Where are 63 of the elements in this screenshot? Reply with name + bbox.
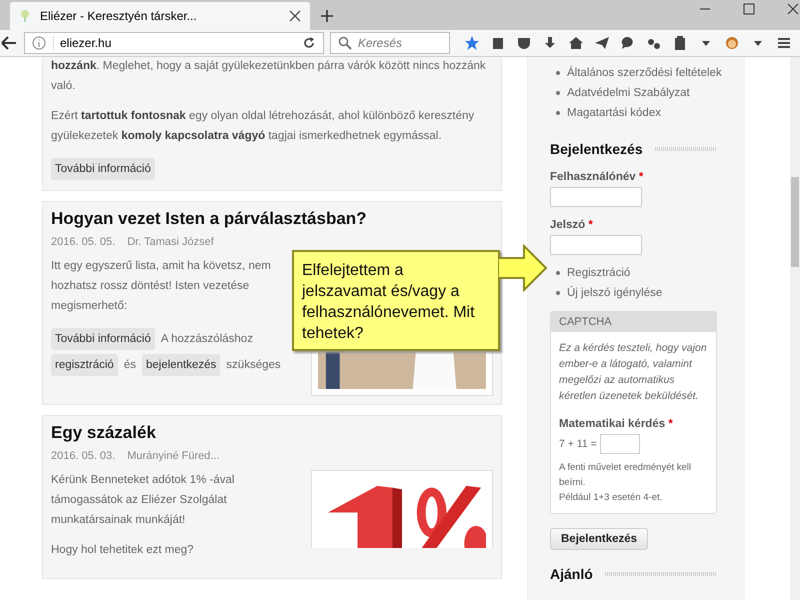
required-mark: * <box>588 219 593 231</box>
math-question: 7 + 11 = <box>559 438 597 450</box>
reload-icon[interactable] <box>301 35 317 51</box>
home-icon[interactable] <box>568 35 584 51</box>
paragraph: Itt egy egyszerű lista, amit ha követsz, nem hozhatsz rossz döntést! Isten vezetése megismerhető: <box>51 259 272 314</box>
article-date: 2016. 05. 03. <box>51 449 116 464</box>
star-icon[interactable] <box>464 35 480 51</box>
footer-text: szükséges <box>226 358 281 373</box>
link-button[interactable]: További információ <box>51 328 155 350</box>
close-icon[interactable] <box>786 2 800 16</box>
maximize-icon[interactable] <box>742 2 756 16</box>
search-icon <box>337 35 353 51</box>
bullet-icon <box>556 111 560 115</box>
login-button[interactable]: Bejelentkezés <box>550 528 648 550</box>
sidebar-link[interactable]: Általános szerződési feltételek <box>567 63 722 83</box>
paragraph: Ezért tartottuk fontosnak egy olyan oldal létrehozását, ahol különböző keresztény gyülekezetek komoly kapcsolatra vágyó tagjai ismerkedhetnek egymással. <box>51 109 476 144</box>
captcha-header: CAPTCHA <box>551 312 716 332</box>
leaf-icon <box>18 9 32 23</box>
new-tab-icon[interactable] <box>320 9 334 23</box>
bullet-icon <box>556 291 560 295</box>
callout: Elfelejtettem a jelszavamat és/vagy a felhasználónevemet. Mit tehetek? <box>292 250 500 351</box>
field-label: Jelszó <box>550 219 586 231</box>
paragraph: hozzánk. Meglehet, hogy a saját gyülekezetünkben párra várók között nincs hozzánk való. <box>51 59 487 94</box>
bullet-icon <box>556 91 560 95</box>
article-date: 2016. 05. 05. <box>51 235 116 250</box>
bullet-icon <box>556 71 560 75</box>
paragraph: Hogy hol tehetitek ezt meg? <box>51 543 195 558</box>
back-icon[interactable] <box>0 34 18 52</box>
username-field[interactable] <box>550 187 642 207</box>
bullet-icon <box>556 271 560 275</box>
sidebar-link[interactable]: Magatartási kódex <box>567 103 661 123</box>
field-label: Matematikai kérdés <box>559 418 666 430</box>
article-title[interactable]: Egy százalék <box>51 420 493 446</box>
section-heading: Ajánló <box>550 566 593 582</box>
footer-text: és <box>124 358 136 373</box>
paragraph: Kérünk Benneteket adótok 1% -ával támogassátok az Eliézer Szolgálat munkatársainak munkáját! <box>51 473 236 528</box>
captcha-description: Ez a kérdés teszteli, hogy vajon ember-e a látogató, valamint megelőzi az automatikus kéretlen üzenetek beküldését. <box>559 341 708 404</box>
hint-text: A fenti művelet eredményét kell beírni. <box>559 461 692 490</box>
address-field[interactable]: eliezer.hu <box>24 32 324 54</box>
menu-icon[interactable] <box>776 35 792 51</box>
battery-icon[interactable] <box>672 35 688 51</box>
scrollbar[interactable] <box>790 57 800 600</box>
callout-arrow <box>498 244 548 292</box>
article-title[interactable]: Hogyan vezet Isten a párválasztásban? <box>51 206 493 232</box>
login-link[interactable]: Regisztráció <box>567 263 630 283</box>
section-heading: Bejelentkezés <box>550 141 643 157</box>
sidebar-link[interactable]: Adatvédelmi Szabályzat <box>567 83 690 103</box>
link-button[interactable]: bejelentkezés <box>142 354 220 376</box>
login-link[interactable]: Új jelszó igénylése <box>567 283 662 303</box>
close-icon[interactable] <box>288 9 302 23</box>
info-icon[interactable] <box>31 35 47 51</box>
answer-field[interactable] <box>600 434 640 454</box>
hint-text: Például 1+3 esetén 4-et. <box>559 491 664 505</box>
field-label: Felhasználónév <box>550 171 636 183</box>
link-button[interactable]: További információ <box>51 158 155 180</box>
required-mark: * <box>638 171 644 183</box>
footer-text: A hozzászóláshoz <box>160 332 253 347</box>
send-icon[interactable] <box>594 35 610 51</box>
required-mark: * <box>668 418 673 430</box>
browser-tab[interactable]: Eliézer - Keresztyén társker... <box>10 2 310 30</box>
link-button[interactable]: regisztráció <box>51 354 118 376</box>
search-field[interactable]: Keresés <box>330 32 450 54</box>
password-field[interactable] <box>550 235 642 255</box>
